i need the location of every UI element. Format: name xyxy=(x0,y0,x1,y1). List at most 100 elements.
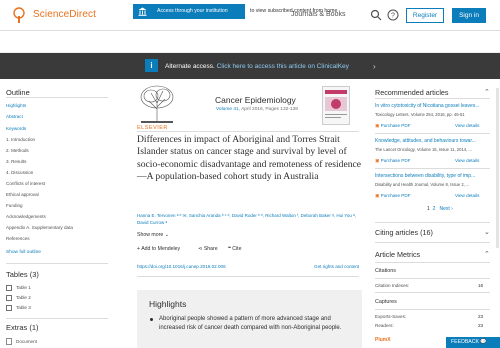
recommended-article-source: The Lancet Oncology, Volume 15, Issue 11… xyxy=(375,147,472,152)
author-list[interactable]: Hanna E. Tervonen ᵃ ᵇ ✉, Sanchia Aranda … xyxy=(137,212,359,226)
outline-item-ethical-approval[interactable]: Ethical approval xyxy=(6,192,39,197)
chevron-up-icon[interactable]: ⌃ xyxy=(484,250,490,258)
outline-item-abstract[interactable]: Abstract xyxy=(6,114,23,119)
outline-item-results[interactable]: 3. Results xyxy=(6,159,26,164)
extras-document-link[interactable]: Document xyxy=(16,339,37,344)
add-to-mendeley-button[interactable]: + Add to Mendeley xyxy=(137,246,180,252)
citing-articles-title[interactable]: Citing articles (16) xyxy=(375,228,433,237)
outline-title: Outline xyxy=(6,88,30,97)
article-metrics-title[interactable]: Article Metrics xyxy=(375,250,420,259)
pdf-icon: ▣ xyxy=(375,158,380,163)
register-button[interactable]: Register xyxy=(406,8,444,23)
purchase-pdf-label: Purchase PDF xyxy=(380,158,411,163)
divider xyxy=(375,278,490,279)
captures-label: Captures xyxy=(375,299,397,305)
view-details-link[interactable]: View details xyxy=(455,193,479,198)
journal-issue-meta: Volume 41, April 2016, Pages 132-138 xyxy=(216,107,298,112)
show-full-outline-link[interactable]: Show full outline xyxy=(6,250,41,255)
outline-item-appendix[interactable]: Appendix A. Supplementary data xyxy=(6,225,73,230)
divider xyxy=(137,276,359,277)
citation-indexes-label: Citation Indexes: xyxy=(375,283,410,288)
recommended-article-title[interactable]: In vitro cytotoxicity of Nicotiana gosse… xyxy=(375,103,480,109)
cover-art xyxy=(325,90,347,118)
table-icon xyxy=(6,285,12,291)
highlight-item: Aboriginal people showed a pattern of mo… xyxy=(159,316,342,331)
chevron-right-icon[interactable]: › xyxy=(373,62,376,71)
access-button-label: Access through your institution xyxy=(157,8,228,14)
recommended-articles-title[interactable]: Recommended articles xyxy=(375,88,449,97)
table-link[interactable]: Table 2 xyxy=(16,295,31,300)
table-icon xyxy=(6,295,12,301)
divider xyxy=(375,309,490,310)
outline-item-introduction[interactable]: 1. Introduction xyxy=(6,137,35,142)
divider xyxy=(375,222,490,223)
institution-access-bar xyxy=(0,31,500,53)
help-icon[interactable]: ? xyxy=(387,9,399,21)
journal-title-link[interactable]: Cancer Epidemiology xyxy=(215,95,296,105)
view-details-link[interactable]: View details xyxy=(455,158,479,163)
article-title: Differences in impact of Aboriginal and … xyxy=(137,134,362,182)
view-details-link[interactable]: View details xyxy=(455,123,479,128)
extras-title: Extras (1) xyxy=(6,323,39,332)
page-link[interactable]: 2 xyxy=(433,206,436,212)
chevron-down-icon: ⌄ xyxy=(164,232,169,238)
outline-item-keywords[interactable]: Keywords xyxy=(6,126,26,131)
citation-indexes-value: 16 xyxy=(478,283,484,288)
issue-pages: April 2016, Pages 132-138 xyxy=(241,107,298,112)
volume-link[interactable]: Volume 41, xyxy=(216,107,240,112)
table-link[interactable]: Table 3 xyxy=(16,305,31,310)
outline-item-highlights[interactable]: Highlights xyxy=(6,103,26,108)
purchase-pdf-link[interactable]: ▣ Purchase PDF xyxy=(375,158,411,164)
share-button[interactable]: ⋖ Share xyxy=(198,246,218,252)
divider xyxy=(375,168,490,169)
outline-item-discussion[interactable]: 4. Discussion xyxy=(6,170,33,175)
recommended-article-title[interactable]: Intersections between disability, type o… xyxy=(375,173,475,179)
divider xyxy=(137,131,359,132)
elsevier-tree-icon[interactable] xyxy=(12,7,26,23)
chevron-up-icon[interactable]: ⌃ xyxy=(484,88,490,96)
readers-label: Readers: xyxy=(375,323,394,328)
plumx-logo[interactable]: PlumX xyxy=(375,337,391,343)
outline-item-conflicts[interactable]: Conflicts of interest xyxy=(6,181,45,186)
sign-in-button[interactable]: Sign in xyxy=(452,8,486,23)
cite-label: Cite xyxy=(232,246,242,252)
pdf-icon: ▣ xyxy=(375,193,380,198)
recommended-scrollbar[interactable] xyxy=(496,88,499,248)
outline-item-funding[interactable]: Funding xyxy=(6,203,23,208)
next-page-link[interactable]: Next › xyxy=(440,206,453,212)
outline-item-acknowledgements[interactable]: Acknowledgements xyxy=(6,214,46,219)
clinicalkey-link[interactable]: Click here to access this article on Cli… xyxy=(217,63,349,70)
citations-label: Citations xyxy=(375,268,396,274)
show-more-button[interactable]: Show more ⌄ xyxy=(137,232,169,238)
recommended-pagination: 1 2 Next › xyxy=(427,206,453,212)
recommended-article-source: Disability and Health Journal, Volume 8,… xyxy=(375,182,470,187)
institution-icon xyxy=(138,7,147,16)
exports-saves-value: 23 xyxy=(478,314,484,319)
outline-item-methods[interactable]: 2. Methods xyxy=(6,148,29,153)
feedback-button[interactable]: FEEDBACK 💬 xyxy=(446,337,500,348)
purchase-pdf-link[interactable]: ▣ Purchase PDF xyxy=(375,123,411,129)
outline-item-references[interactable]: References xyxy=(6,236,30,241)
exports-saves-label: Exports-Saves: xyxy=(375,314,407,319)
info-icon: i xyxy=(145,59,158,72)
purchase-pdf-label: Purchase PDF xyxy=(380,123,411,128)
doi-link[interactable]: https://doi.org/10.1016/j.canep.2016.02.… xyxy=(137,264,226,269)
purchase-pdf-link[interactable]: ▣ Purchase PDF xyxy=(375,193,411,199)
recommended-article-source: Toxicology Letters, Volume 254, 2016, pp… xyxy=(375,112,465,117)
purchase-pdf-label: Purchase PDF xyxy=(380,193,411,198)
table-link[interactable]: Table 1 xyxy=(16,285,31,290)
quote-icon: ❝ xyxy=(228,246,231,252)
show-more-label: Show more xyxy=(137,232,164,238)
brand-logo-text[interactable]: ScienceDirect xyxy=(33,9,96,20)
recommended-article-title[interactable]: Knowledge, attitudes, and behaviours tow… xyxy=(375,138,476,144)
divider xyxy=(6,97,108,98)
search-icon[interactable] xyxy=(370,9,382,21)
rights-content-link[interactable]: Get rights and content xyxy=(314,264,359,269)
elsevier-tree-logo xyxy=(137,83,177,125)
chevron-down-icon[interactable]: ⌄ xyxy=(484,228,490,236)
cite-button[interactable]: ❝ Cite xyxy=(228,246,241,252)
journal-cover-image[interactable] xyxy=(322,86,350,125)
add-mendeley-label: Add to Mendeley xyxy=(141,246,181,252)
plus-icon: + xyxy=(137,246,141,252)
pdf-icon: ▣ xyxy=(375,123,380,128)
